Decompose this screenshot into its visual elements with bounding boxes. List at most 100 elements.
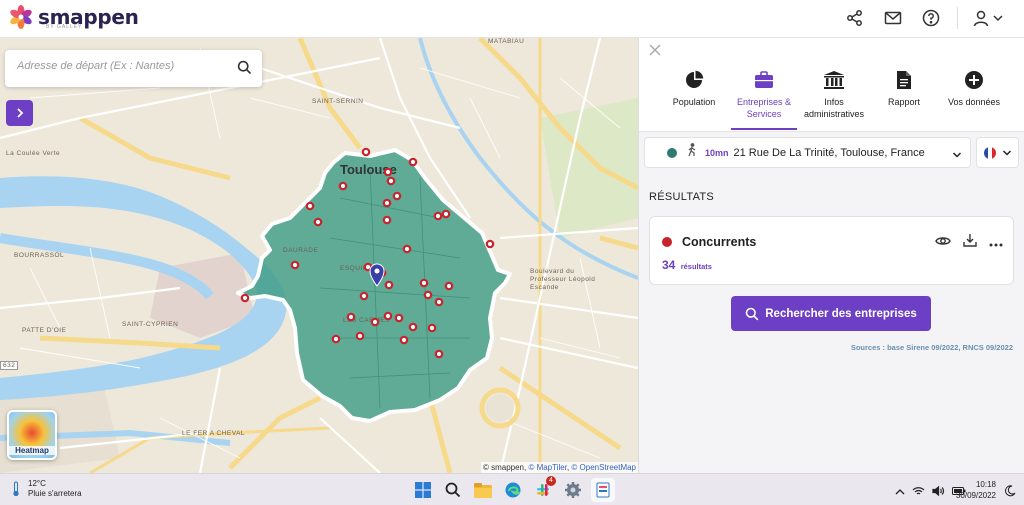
- search-companies-button[interactable]: Rechercher des entreprises: [731, 296, 931, 331]
- volume-icon[interactable]: [932, 483, 945, 501]
- france-flag-icon: [983, 146, 996, 159]
- competitor-marker: [290, 260, 300, 270]
- search-icon[interactable]: [441, 478, 465, 502]
- map-view[interactable]: Toulouse MATABIAU SAINT-SERNIN La Coulée…: [0, 38, 638, 473]
- isochrone-selector[interactable]: 10mn 21 Rue De La Trinité, Toulouse, Fra…: [644, 137, 971, 168]
- markers-layer: [240, 147, 495, 359]
- start-location-pin: [369, 263, 385, 287]
- weather-widget[interactable]: 12°C Pluie s'arretera: [12, 479, 82, 499]
- competitor-marker: [394, 313, 404, 323]
- tab-entreprises-services[interactable]: Entreprises & Services: [729, 68, 799, 130]
- competitors-count-value: 34: [662, 258, 676, 272]
- competitors-count: 34 résultats: [662, 258, 712, 272]
- windows-start-icon[interactable]: [411, 478, 435, 502]
- competitor-marker: [331, 334, 341, 344]
- competitor-marker: [370, 317, 380, 327]
- search-icon[interactable]: [237, 60, 252, 80]
- panel-header: Population Entreprises & Services Infos …: [639, 38, 1024, 132]
- tab-vos-donnees[interactable]: Vos données: [939, 68, 1009, 130]
- competitor-marker: [240, 293, 250, 303]
- isochrone-address: 21 Rue De La Trinité, Toulouse, France: [733, 146, 925, 159]
- focus-assist-icon[interactable]: [1004, 484, 1016, 502]
- competitors-card[interactable]: Concurrents 34 résultats: [649, 216, 1014, 285]
- clock-time: 10:18: [975, 480, 996, 489]
- system-clock[interactable]: 10:18 30/09/2022: [956, 479, 996, 501]
- attribution-osm-link[interactable]: © OpenStreetMap: [571, 463, 636, 472]
- competitor-marker: [434, 297, 444, 307]
- more-options-icon[interactable]: [989, 234, 1003, 252]
- competitor-marker: [361, 147, 371, 157]
- settings-icon[interactable]: [561, 478, 585, 502]
- download-icon[interactable]: [963, 233, 977, 252]
- mail-icon[interactable]: [881, 6, 905, 30]
- attribution-maptiler-link[interactable]: © MapTiler: [528, 463, 567, 472]
- weather-forecast: Pluie s'arretera: [28, 489, 82, 498]
- competitor-marker: [346, 312, 356, 322]
- expand-sidebar-button[interactable]: [6, 100, 33, 126]
- attribution-smappen: © smappen,: [482, 463, 529, 472]
- isochrone-color-dot: [667, 147, 677, 158]
- competitor-marker: [402, 244, 412, 254]
- competitor-marker: [408, 322, 418, 332]
- competitor-marker: [419, 278, 429, 288]
- competitor-marker: [313, 217, 323, 227]
- heatmap-toggle[interactable]: Heatmap: [7, 410, 57, 460]
- smappen-app-icon[interactable]: [591, 478, 615, 502]
- chevron-up-icon[interactable]: [895, 483, 905, 501]
- wifi-icon[interactable]: [912, 483, 925, 501]
- eye-icon[interactable]: [935, 234, 951, 252]
- taskbar-apps: 4: [411, 476, 615, 502]
- competitor-marker: [399, 335, 409, 345]
- isochrone-duration: 10mn: [705, 147, 729, 158]
- thermometer-icon: [13, 481, 19, 497]
- file-explorer-icon[interactable]: [471, 478, 495, 502]
- top-bar: smappen BY GALLEY: [0, 0, 1024, 38]
- logo-subtitle: BY GALLEY: [46, 24, 83, 30]
- briefcase-icon: [755, 71, 773, 88]
- search-companies-label: Rechercher des entreprises: [765, 307, 917, 320]
- competitor-marker: [433, 211, 443, 221]
- tab-label: Population: [672, 97, 716, 107]
- competitor-marker: [384, 280, 394, 290]
- chevron-right-icon: [16, 108, 23, 118]
- user-icon[interactable]: [972, 6, 1006, 30]
- tab-label: Infos administratives: [803, 97, 865, 119]
- tab-infos-administratives[interactable]: Infos administratives: [799, 68, 869, 130]
- competitors-count-unit: résultats: [680, 262, 712, 271]
- heatmap-label: Heatmap: [9, 446, 55, 455]
- header-divider: [957, 7, 958, 29]
- share-icon[interactable]: [843, 6, 867, 30]
- edge-icon[interactable]: [501, 478, 525, 502]
- competitor-marker: [383, 167, 393, 177]
- data-sources: Sources : base Sirene 09/2022, RNCS 09/2…: [850, 343, 1013, 352]
- map-attribution: © smappen, © MapTiler, © OpenStreetMap: [480, 462, 638, 473]
- language-selector[interactable]: [976, 137, 1019, 168]
- analysis-panel: Population Entreprises & Services Infos …: [638, 38, 1024, 473]
- competitor-marker: [434, 349, 444, 359]
- competitor-marker: [392, 191, 402, 201]
- tab-label: Vos données: [947, 97, 1001, 107]
- tab-population[interactable]: Population: [659, 68, 729, 130]
- competitor-marker: [444, 281, 454, 291]
- tab-label: Entreprises & Services: [736, 97, 792, 119]
- chevron-down-icon: [1002, 149, 1011, 156]
- smappen-flower-icon: [10, 5, 32, 29]
- weather-temperature: 12°C: [28, 479, 46, 488]
- tab-rapport[interactable]: Rapport: [869, 68, 939, 130]
- pie-chart-icon: [686, 70, 704, 88]
- competitor-marker: [441, 209, 451, 219]
- close-icon[interactable]: [649, 44, 665, 60]
- competitor-marker: [305, 201, 315, 211]
- competitor-marker: [355, 331, 365, 341]
- clock-date: 30/09/2022: [955, 491, 996, 500]
- start-address-search: [5, 50, 262, 87]
- competitor-marker: [408, 157, 418, 167]
- panel-tabs: Population Entreprises & Services Infos …: [659, 68, 1009, 130]
- tab-label: Rapport: [887, 97, 921, 107]
- windows-taskbar: 12°C Pluie s'arretera 4 10:18 30/09/2022: [0, 473, 1024, 505]
- help-icon[interactable]: [919, 6, 943, 30]
- chevron-down-icon[interactable]: [952, 147, 962, 165]
- competitor-marker: [423, 290, 433, 300]
- slack-icon[interactable]: 4: [531, 476, 556, 502]
- start-address-input[interactable]: [17, 60, 232, 72]
